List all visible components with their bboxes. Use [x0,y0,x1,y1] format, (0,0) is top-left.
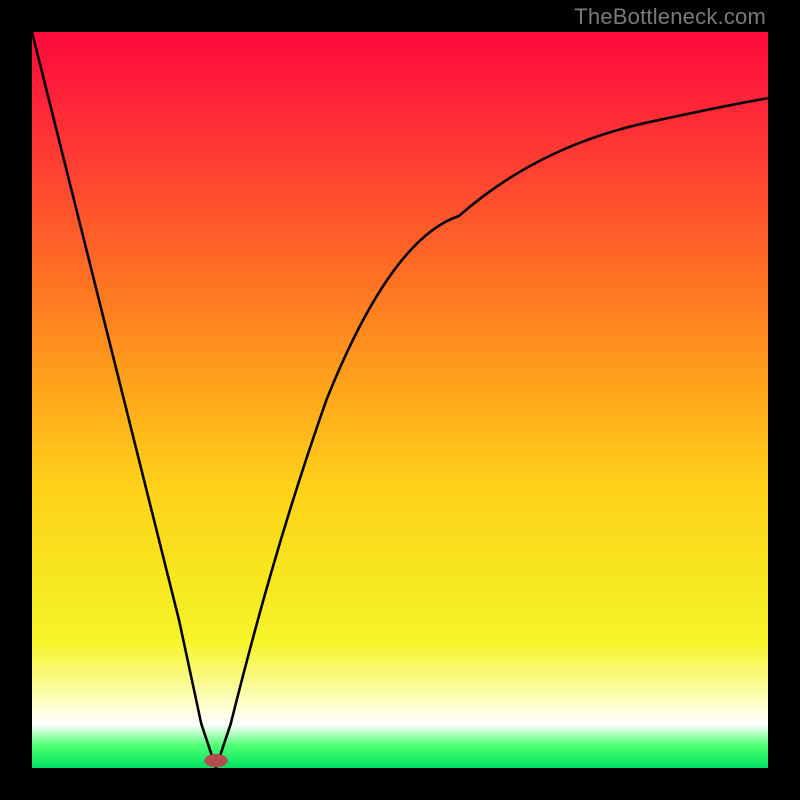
curve-right-branch [216,98,768,768]
watermark-text: TheBottleneck.com [574,4,766,30]
curve-left-branch [32,32,216,768]
minimum-marker [204,754,228,767]
chart-frame: TheBottleneck.com [0,0,800,800]
curve-layer [32,32,768,768]
plot-area [32,32,768,768]
